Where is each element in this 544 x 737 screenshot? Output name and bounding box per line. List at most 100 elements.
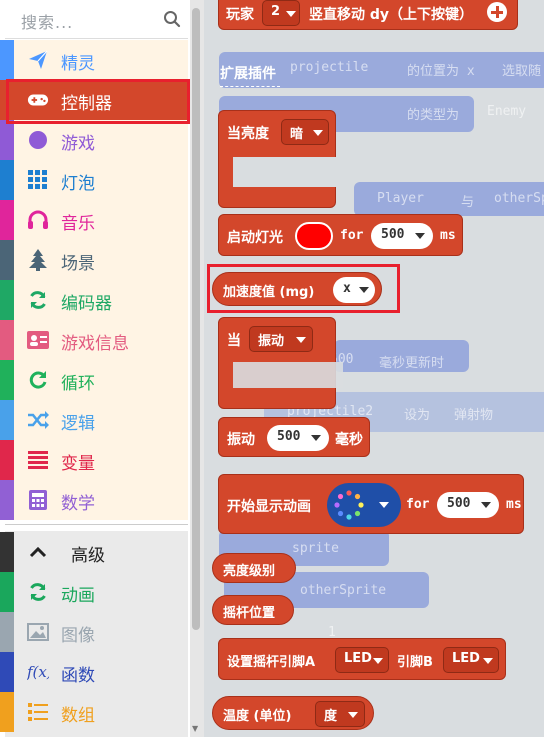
category-label: 逻辑 <box>61 414 95 434</box>
separator <box>5 524 188 531</box>
duration-dropdown[interactable]: 500 <box>267 425 329 451</box>
category-label: 数学 <box>61 494 95 514</box>
ghost-text: 与 <box>461 195 475 210</box>
category-color-stripe <box>0 652 14 692</box>
pin-a-dropdown[interactable]: LED <box>335 647 389 673</box>
animation-picker[interactable] <box>327 483 401 527</box>
category-light[interactable]: 灯泡 <box>0 160 188 200</box>
category-label: 游戏 <box>61 134 95 154</box>
block-label: 当 <box>227 333 241 349</box>
dropdown-value: 500 <box>381 227 405 242</box>
search-icon[interactable] <box>163 10 181 28</box>
category-arrays[interactable]: 数组 <box>0 692 188 732</box>
pin-b-dropdown[interactable]: LED <box>443 647 499 673</box>
chevron-down-icon <box>313 130 323 136</box>
category-label: 函数 <box>61 666 95 686</box>
category-label: 变量 <box>61 454 95 474</box>
brightness-event-block[interactable]: 当亮度 暗 <box>218 110 343 208</box>
dropdown-value: 500 <box>277 429 301 444</box>
show-animation-block[interactable]: 开始显示动画 for 500 ms <box>218 474 524 534</box>
category-color-stripe <box>0 200 14 240</box>
unit-dropdown[interactable]: 度 <box>315 701 365 727</box>
list-icon <box>27 449 49 471</box>
ghost-text: sprite <box>292 541 339 556</box>
search-input[interactable]: 搜索... <box>21 9 73 33</box>
circle-icon <box>27 129 49 151</box>
scroll-down-arrow-icon[interactable]: ▼ <box>192 724 198 733</box>
ghost-text: 毫秒更新时 <box>379 356 445 371</box>
block-label: 玩家 <box>226 7 254 23</box>
dropdown-value: 振动 <box>258 334 285 349</box>
block-label: 设置摇杆引脚A <box>227 655 316 670</box>
duration-dropdown[interactable]: 500 <box>371 223 433 249</box>
shuffle-icon <box>27 409 49 431</box>
category-label: 数组 <box>61 706 95 726</box>
category-game-info[interactable]: 游戏信息 <box>0 320 188 360</box>
scrollbar-thumb[interactable] <box>192 8 200 630</box>
category-color-stripe <box>0 532 14 572</box>
svg-text:f(x): f(x) <box>27 663 49 681</box>
category-loops[interactable]: 循环 <box>0 360 188 400</box>
joystick-position-reporter[interactable]: 摇杆位置 <box>212 595 294 625</box>
category-scene[interactable]: 场景 <box>0 240 188 280</box>
block-label: for <box>340 228 364 243</box>
category-functions[interactable]: f(x) 函数 <box>0 652 188 692</box>
set-joystick-pins-block[interactable]: 设置摇杆引脚A LED 引脚B LED <box>218 638 506 680</box>
refresh-icon <box>27 289 49 311</box>
search-box[interactable]: 搜索... <box>5 0 188 39</box>
array-list-icon <box>27 701 49 723</box>
category-color-stripe <box>0 440 14 480</box>
category-encoder[interactable]: 编码器 <box>0 280 188 320</box>
vibration-event-block[interactable]: 当 振动 <box>218 317 343 409</box>
category-music[interactable]: 音乐 <box>0 200 188 240</box>
category-label: 游戏信息 <box>61 334 129 354</box>
category-math[interactable]: 数学 <box>0 480 188 520</box>
add-icon[interactable] <box>487 2 507 22</box>
category-logic[interactable]: 逻辑 <box>0 400 188 440</box>
chevron-down-icon <box>348 712 358 718</box>
category-variables[interactable]: 变量 <box>0 440 188 480</box>
category-animation[interactable]: 动画 <box>0 572 188 612</box>
category-label: 动画 <box>61 586 95 606</box>
block-flyout[interactable]: projectile 的位置为 x 选取随 的类型为 Enemy Player … <box>204 0 544 737</box>
category-color-stripe <box>0 692 14 732</box>
category-label: 精灵 <box>61 54 95 74</box>
chevron-down-icon <box>481 502 491 508</box>
ghost-text: Enemy <box>487 104 527 119</box>
id-card-icon <box>27 329 49 351</box>
brightness-dropdown[interactable]: 暗 <box>281 119 329 145</box>
player-dropdown[interactable]: 2 <box>262 0 300 26</box>
temperature-reporter[interactable]: 温度 (单位) 度 <box>212 696 374 730</box>
duration-dropdown[interactable]: 500 <box>437 492 499 518</box>
chevron-down-icon <box>415 233 425 239</box>
category-label: 编码器 <box>61 294 112 314</box>
category-game[interactable]: 游戏 <box>0 120 188 160</box>
block-label: for <box>406 497 430 512</box>
category-advanced-toggle[interactable]: 高级 <box>0 532 188 572</box>
block-label: 当亮度 <box>227 126 269 142</box>
dropdown-value: 500 <box>447 496 471 511</box>
brightness-level-reporter[interactable]: 亮度级别 <box>212 553 296 583</box>
loop-icon <box>27 369 49 391</box>
image-icon <box>27 621 49 643</box>
tree-icon <box>27 249 49 271</box>
dropdown-value: 度 <box>324 709 338 724</box>
dropdown-value: 2 <box>271 4 281 19</box>
category-images[interactable]: 图像 <box>0 612 188 652</box>
vibrate-block[interactable]: 振动 500 毫秒 <box>218 417 370 457</box>
grid-icon <box>27 169 49 191</box>
block-label: 亮度级别 <box>223 564 276 579</box>
block-label: 毫秒 <box>335 432 363 448</box>
category-sprites[interactable]: 精灵 <box>0 40 188 80</box>
color-picker[interactable] <box>295 222 333 250</box>
start-light-block[interactable]: 启动灯光 for 500 ms <box>218 214 463 256</box>
ghost-text: 弹射物 <box>454 408 494 423</box>
category-color-stripe <box>0 240 14 280</box>
chevron-down-icon <box>379 502 389 508</box>
player-move-block[interactable]: 玩家 2 竖直移动 dy（上下按键） <box>218 0 518 30</box>
category-color-stripe <box>0 40 14 80</box>
block-slot <box>233 362 343 388</box>
dropdown-value: LED <box>452 651 480 666</box>
chevron-down-icon <box>373 658 383 664</box>
event-dropdown[interactable]: 振动 <box>249 326 313 352</box>
